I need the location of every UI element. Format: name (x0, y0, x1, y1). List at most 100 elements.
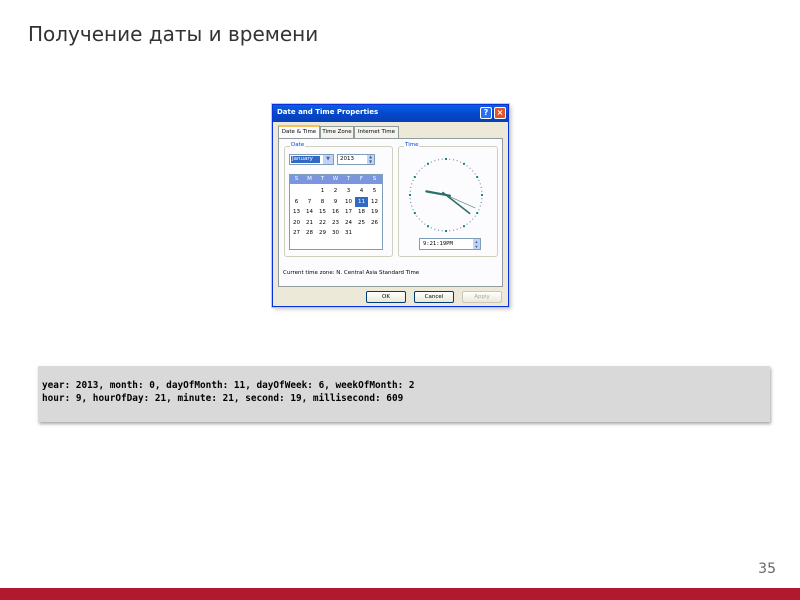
help-button[interactable]: ? (480, 107, 492, 119)
tab-internet-time[interactable]: Internet Time (354, 126, 399, 138)
calendar-day[interactable]: 24 (342, 218, 355, 228)
calendar-day[interactable]: 2 (329, 186, 342, 196)
year-spin-buttons[interactable]: ▲ ▼ (367, 154, 374, 165)
clock-minute-mark (418, 170, 420, 172)
calendar-day[interactable]: 11 (355, 196, 368, 207)
calendar-day[interactable]: 17 (342, 207, 355, 217)
clock-hour-mark (463, 225, 465, 228)
clock-minute-mark (409, 198, 411, 200)
clock-minute-mark (479, 183, 481, 185)
clock-minute-mark (469, 167, 471, 169)
spin-down-icon[interactable]: ▼ (473, 244, 480, 249)
calendar-day-header: M (307, 176, 312, 182)
footer-bar (0, 588, 800, 600)
clock-hour-mark (476, 212, 479, 214)
calendar-day[interactable]: 20 (290, 218, 303, 228)
calendar-day[interactable]: 6 (290, 197, 303, 207)
calendar-day[interactable]: 26 (368, 218, 381, 228)
clock-minute-mark (412, 209, 414, 211)
date-group-label: Date (290, 142, 306, 148)
clock-minute-mark (441, 230, 443, 232)
clock-minute-mark (430, 161, 432, 163)
calendar-day[interactable]: 1 (316, 186, 329, 196)
time-value: 9:21:19PM (423, 241, 453, 247)
tab-date-time[interactable]: Date & Time (278, 125, 320, 138)
calendar-day[interactable]: 19 (368, 207, 381, 217)
calendar-day[interactable]: 9 (329, 197, 342, 207)
clock-minute-mark (418, 218, 420, 220)
clock-minute-mark (438, 159, 440, 161)
calendar-day-header: T (320, 176, 325, 182)
clock-minute-mark (452, 229, 454, 231)
clock-minute-mark (472, 218, 474, 220)
ok-button[interactable]: OK (366, 291, 406, 303)
clock-minute-mark (449, 158, 451, 160)
calendar-day[interactable]: 31 (342, 228, 355, 238)
calendar-day[interactable]: 30 (329, 228, 342, 238)
clock-minute-mark (409, 190, 411, 192)
calendar-day[interactable]: 28 (303, 228, 316, 238)
clock-minute-mark (466, 223, 468, 225)
calendar-day[interactable]: 12 (368, 197, 381, 207)
calendar-day[interactable]: 23 (329, 218, 342, 228)
apply-button[interactable]: Apply (462, 291, 502, 303)
clock-minute-mark (480, 187, 482, 189)
slide-title: Получение даты и времени (28, 22, 319, 46)
calendar-day[interactable]: 7 (303, 197, 316, 207)
clock-minute-mark (421, 221, 423, 223)
calendar-day[interactable]: 4 (355, 186, 368, 196)
calendar-day[interactable]: 16 (329, 207, 342, 217)
code-output-box: year: 2013, month: 0, dayOfMonth: 11, da… (38, 366, 770, 422)
clock-minute-mark (424, 165, 426, 167)
clock-minute-mark (438, 229, 440, 231)
time-spin-buttons[interactable]: ▲ ▼ (473, 239, 480, 249)
calendar-day[interactable]: 15 (316, 207, 329, 217)
calendar-day[interactable]: 14 (303, 207, 316, 217)
clock-minute-mark (481, 190, 483, 192)
spin-down-icon[interactable]: ▼ (367, 159, 374, 165)
calendar-day[interactable]: 5 (368, 186, 381, 196)
clock-minute-mark (474, 215, 476, 217)
clock-minute-mark (430, 227, 432, 229)
clock-minute-mark (416, 173, 418, 175)
calendar-day[interactable]: 18 (355, 207, 368, 217)
clock-minute-mark (424, 223, 426, 225)
time-spinner[interactable]: 9:21:19PM ▲ ▼ (419, 238, 481, 250)
clock-minute-mark (466, 165, 468, 167)
calendar-day[interactable]: 22 (316, 218, 329, 228)
calendar-day[interactable]: 10 (342, 197, 355, 207)
analog-clock (409, 158, 483, 232)
clock-minute-mark (411, 205, 413, 207)
dialog-titlebar[interactable]: Date and Time Properties ? × (273, 105, 508, 122)
close-button[interactable]: × (494, 107, 506, 119)
clock-minute-mark (472, 170, 474, 172)
calendar-day[interactable]: 27 (290, 228, 303, 238)
current-timezone-text: Current time zone: N. Central Asia Stand… (283, 270, 420, 276)
clock-minute-mark (441, 158, 443, 160)
chevron-down-icon[interactable]: ▼ (323, 155, 333, 164)
tab-time-zone[interactable]: Time Zone (320, 126, 354, 138)
calendar-day[interactable]: 29 (316, 228, 329, 238)
clock-minute-mark (478, 209, 480, 211)
clock-minute-mark (412, 179, 414, 181)
clock-minute-mark (481, 198, 483, 200)
month-select[interactable]: January ▼ (289, 154, 334, 165)
calendar-day[interactable]: 25 (355, 218, 368, 228)
year-spinner[interactable]: 2013 ▲ ▼ (337, 154, 375, 165)
code-line-2: hour: 9, hourOfDay: 21, minute: 21, seco… (42, 393, 404, 404)
month-calendar[interactable]: SMTWTFS 1 2 3 4 5 6 7 8 9 10 11 12 13 14 15 16 17 18 19 20 2… (289, 174, 383, 250)
clock-minute-mark (452, 159, 454, 161)
clock-minute-mark (479, 205, 481, 207)
calendar-day[interactable]: 21 (303, 218, 316, 228)
clock-minute-mark (480, 201, 482, 203)
calendar-day[interactable]: 3 (342, 186, 355, 196)
clock-minute-mark (478, 179, 480, 181)
clock-minute-mark (411, 183, 413, 185)
calendar-day[interactable]: 13 (290, 207, 303, 217)
cancel-button[interactable]: Cancel (414, 291, 454, 303)
clock-minute-mark (434, 228, 436, 230)
clock-hour-mark (427, 162, 429, 165)
calendar-day-header: W (332, 176, 339, 182)
calendar-day[interactable]: 8 (316, 197, 329, 207)
calendar-day-header: S (294, 176, 299, 182)
